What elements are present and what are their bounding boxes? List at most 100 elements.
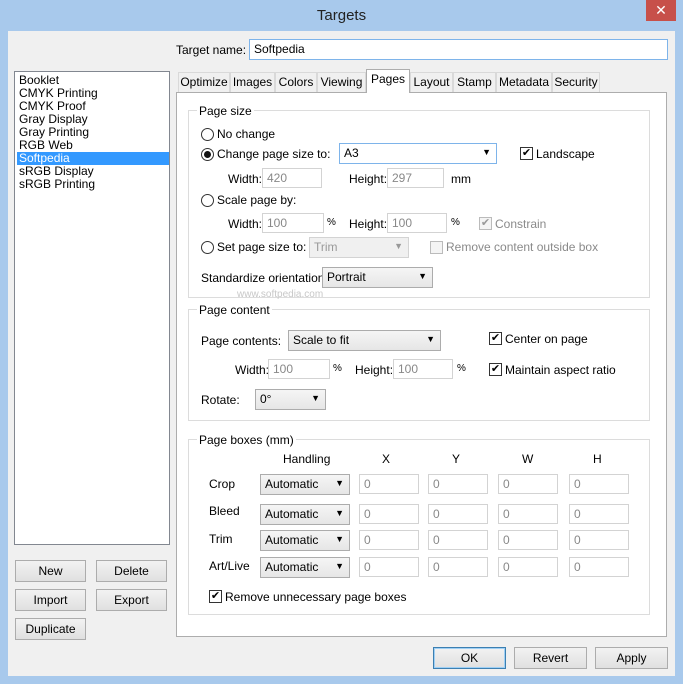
apply-button[interactable]: Apply — [595, 647, 668, 669]
title-bar: Targets ✕ — [0, 0, 683, 31]
standardize-select[interactable]: Portrait ▼ — [322, 267, 433, 288]
bleed-h-input[interactable]: 0 — [569, 504, 629, 524]
rotate-value: 0° — [260, 392, 272, 406]
trim-y-input[interactable]: 0 — [428, 530, 488, 550]
duplicate-button[interactable]: Duplicate — [15, 618, 86, 640]
page-contents-label: Page contents: — [201, 334, 282, 348]
ok-button[interactable]: OK — [433, 647, 506, 669]
import-button[interactable]: Import — [15, 589, 86, 611]
width-input[interactable]: 420 — [262, 168, 322, 188]
close-icon[interactable]: ✕ — [646, 0, 676, 21]
no-change-label: No change — [217, 127, 276, 141]
percent-label: % — [327, 217, 336, 228]
targets-list[interactable]: Booklet CMYK Printing CMYK Proof Gray Di… — [14, 71, 170, 545]
tab-colors[interactable]: Colors — [275, 72, 317, 92]
tab-security[interactable]: Security — [552, 72, 600, 92]
remove-unnecessary-checkbox[interactable]: ✔ — [209, 590, 222, 603]
art-live-y-input[interactable]: 0 — [428, 557, 488, 577]
row-label-crop: Crop — [209, 477, 236, 491]
content-height-input[interactable]: 100 — [393, 359, 453, 379]
constrain-label: Constrain — [495, 217, 547, 231]
rotate-label: Rotate: — [201, 393, 240, 407]
page-contents-select[interactable]: Scale to fit ▼ — [288, 330, 441, 351]
new-button[interactable]: New — [15, 560, 86, 582]
tab-stamp[interactable]: Stamp — [453, 72, 496, 92]
header-h: H — [593, 452, 602, 466]
page-boxes-group — [188, 439, 650, 615]
paper-size-select[interactable]: A3 ▼ — [339, 143, 497, 164]
content-width-label: Width: — [235, 363, 270, 377]
page-content-title: Page content — [197, 303, 272, 317]
chevron-down-icon: ▼ — [394, 241, 403, 251]
handling-value: Automatic — [265, 507, 319, 521]
delete-button[interactable]: Delete — [96, 560, 167, 582]
percent-label: % — [333, 363, 342, 374]
bleed-w-input[interactable]: 0 — [498, 504, 558, 524]
page-size-title: Page size — [197, 104, 254, 118]
bleed-handling-select[interactable]: Automatic ▼ — [260, 504, 350, 525]
width-label: Width: — [228, 172, 263, 186]
header-x: X — [382, 452, 391, 466]
scale-height-input[interactable]: 100 — [387, 213, 447, 233]
landscape-checkbox[interactable]: ✔ — [520, 147, 533, 160]
trim-h-input[interactable]: 0 — [569, 530, 629, 550]
tab-images[interactable]: Images — [230, 72, 275, 92]
crop-y-input[interactable]: 0 — [428, 474, 488, 494]
percent-label: % — [457, 363, 466, 374]
tab-optimize[interactable]: Optimize — [178, 72, 230, 92]
unit-label: mm — [451, 172, 471, 186]
constrain-checkbox[interactable]: ✔ — [479, 217, 492, 230]
trim-x-input[interactable]: 0 — [359, 530, 419, 550]
center-checkbox[interactable]: ✔ — [489, 332, 502, 345]
page-boxes-title: Page boxes (mm) — [197, 433, 296, 447]
row-label-trim: Trim — [209, 532, 233, 546]
rotate-select[interactable]: 0° ▼ — [255, 389, 326, 410]
bleed-y-input[interactable]: 0 — [428, 504, 488, 524]
art-live-h-input[interactable]: 0 — [569, 557, 629, 577]
header-y: Y — [452, 452, 461, 466]
height-input[interactable]: 297 — [387, 168, 444, 188]
tab-metadata[interactable]: Metadata — [496, 72, 552, 92]
art-live-w-input[interactable]: 0 — [498, 557, 558, 577]
trim-handling-select[interactable]: Automatic ▼ — [260, 530, 350, 551]
set-box-select[interactable]: Trim ▼ — [309, 237, 409, 258]
change-size-radio[interactable] — [201, 148, 214, 161]
content-width-input[interactable]: 100 — [268, 359, 330, 379]
pages-tab-panel: Page size No change Change page size to:… — [176, 92, 667, 637]
maintain-checkbox[interactable]: ✔ — [489, 363, 502, 376]
crop-x-input[interactable]: 0 — [359, 474, 419, 494]
row-label-bleed: Bleed — [209, 504, 240, 518]
scale-by-radio[interactable] — [201, 194, 214, 207]
targets-window: Targets ✕ Target name: Softpedia Booklet… — [0, 0, 683, 684]
no-change-radio[interactable] — [201, 128, 214, 141]
bleed-x-input[interactable]: 0 — [359, 504, 419, 524]
center-label: Center on page — [505, 332, 588, 346]
chevron-down-icon: ▼ — [335, 534, 344, 544]
target-name-input[interactable]: Softpedia — [249, 39, 668, 60]
set-to-radio[interactable] — [201, 241, 214, 254]
list-item[interactable]: sRGB Printing — [17, 178, 169, 191]
crop-handling-select[interactable]: Automatic ▼ — [260, 474, 350, 495]
window-title: Targets — [316, 7, 367, 24]
standardize-label: Standardize orientation: — [201, 271, 328, 285]
trim-w-input[interactable]: 0 — [498, 530, 558, 550]
tab-pages[interactable]: Pages — [366, 69, 410, 93]
art-live-handling-select[interactable]: Automatic ▼ — [260, 557, 350, 578]
maintain-label: Maintain aspect ratio — [505, 363, 616, 377]
scale-height-label: Height: — [349, 217, 388, 231]
chevron-down-icon: ▼ — [335, 561, 344, 571]
chevron-down-icon: ▼ — [335, 508, 344, 518]
target-name-label: Target name: — [176, 43, 247, 57]
remove-outside-checkbox[interactable] — [430, 241, 443, 254]
tab-layout[interactable]: Layout — [410, 72, 453, 92]
chevron-down-icon: ▼ — [418, 271, 427, 281]
scale-width-input[interactable]: 100 — [262, 213, 324, 233]
revert-button[interactable]: Revert — [514, 647, 587, 669]
crop-h-input[interactable]: 0 — [569, 474, 629, 494]
crop-w-input[interactable]: 0 — [498, 474, 558, 494]
chevron-down-icon: ▼ — [426, 334, 435, 344]
header-handling: Handling — [283, 452, 331, 466]
tab-viewing[interactable]: Viewing — [317, 72, 366, 92]
art-live-x-input[interactable]: 0 — [359, 557, 419, 577]
export-button[interactable]: Export — [96, 589, 167, 611]
